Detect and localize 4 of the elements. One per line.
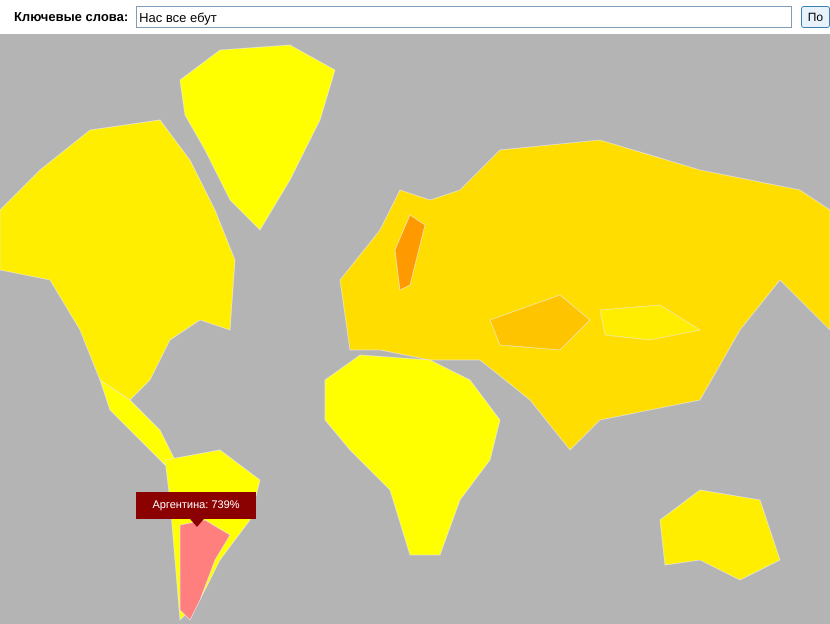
search-button[interactable]: По — [800, 6, 830, 28]
keywords-input[interactable]: Нас все ебут — [136, 6, 792, 28]
keywords-label: Ключевые слова: — [14, 8, 128, 26]
tooltip-text: Аргентина: 739% — [152, 498, 240, 514]
